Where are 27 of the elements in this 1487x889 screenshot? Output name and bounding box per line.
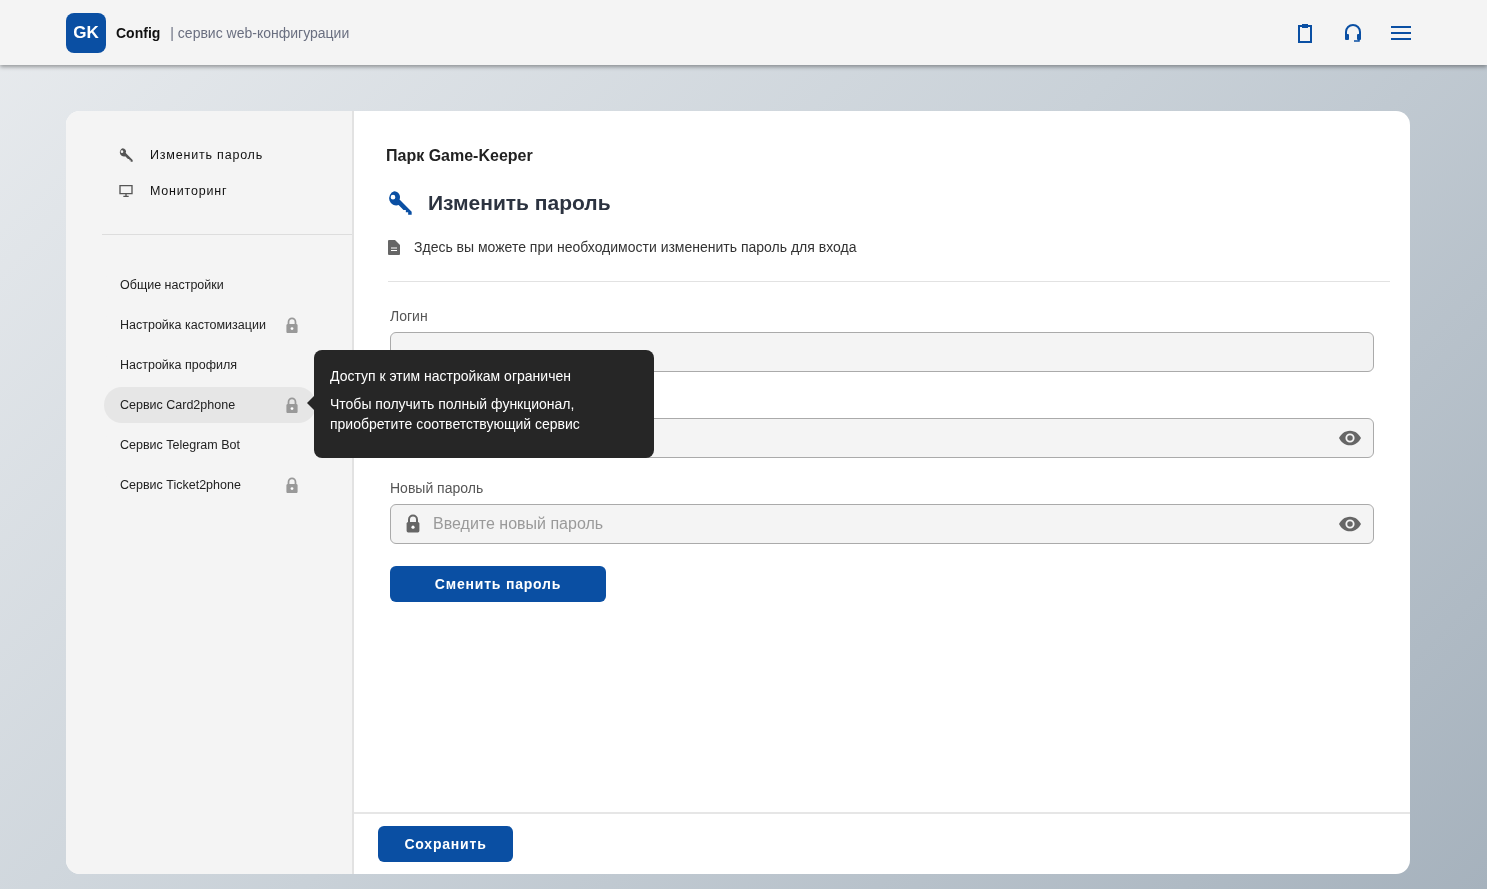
text-input[interactable]: Введите новый пароль (431, 514, 1329, 534)
eye-icon[interactable] (1339, 516, 1361, 532)
save-button[interactable]: Сохранить (378, 826, 513, 862)
lock-icon (405, 514, 421, 534)
tooltip-text: Чтобы получить полный функционал, приобретите соответствующий сервис (330, 395, 581, 434)
password-field[interactable]: Введите новый пароль (390, 504, 1374, 544)
lock-icon (285, 396, 299, 414)
lock-icon (285, 476, 299, 494)
change-password-button[interactable]: Сменить пароль (390, 566, 606, 602)
sidebar-item[interactable]: Сервис Card2phone (104, 387, 316, 423)
park-name: Парк Game-Keeper (385, 147, 534, 165)
key-icon (386, 189, 414, 217)
app-subtitle: | сервис web-конфигурации (170, 24, 350, 41)
sidebar-nav-item[interactable]: Изменить пароль (66, 137, 352, 173)
logo: GK (66, 12, 106, 53)
lock-icon (285, 316, 299, 334)
monitor-icon (118, 183, 134, 199)
key-icon (118, 147, 134, 163)
document-icon (388, 239, 400, 255)
page-title: Изменить пароль (428, 191, 611, 215)
field-label: Логин (390, 308, 428, 324)
app-name: Config (116, 24, 161, 41)
page-description: Здесь вы можете при необходимости измененить пароль для входа (414, 239, 857, 255)
eye-icon[interactable] (1339, 430, 1361, 446)
sidebar-nav-item[interactable]: Мониторинг (66, 173, 352, 209)
field-label: Новый пароль (390, 480, 484, 496)
tooltip-title: Доступ к этим настройкам ограничен (330, 367, 572, 386)
